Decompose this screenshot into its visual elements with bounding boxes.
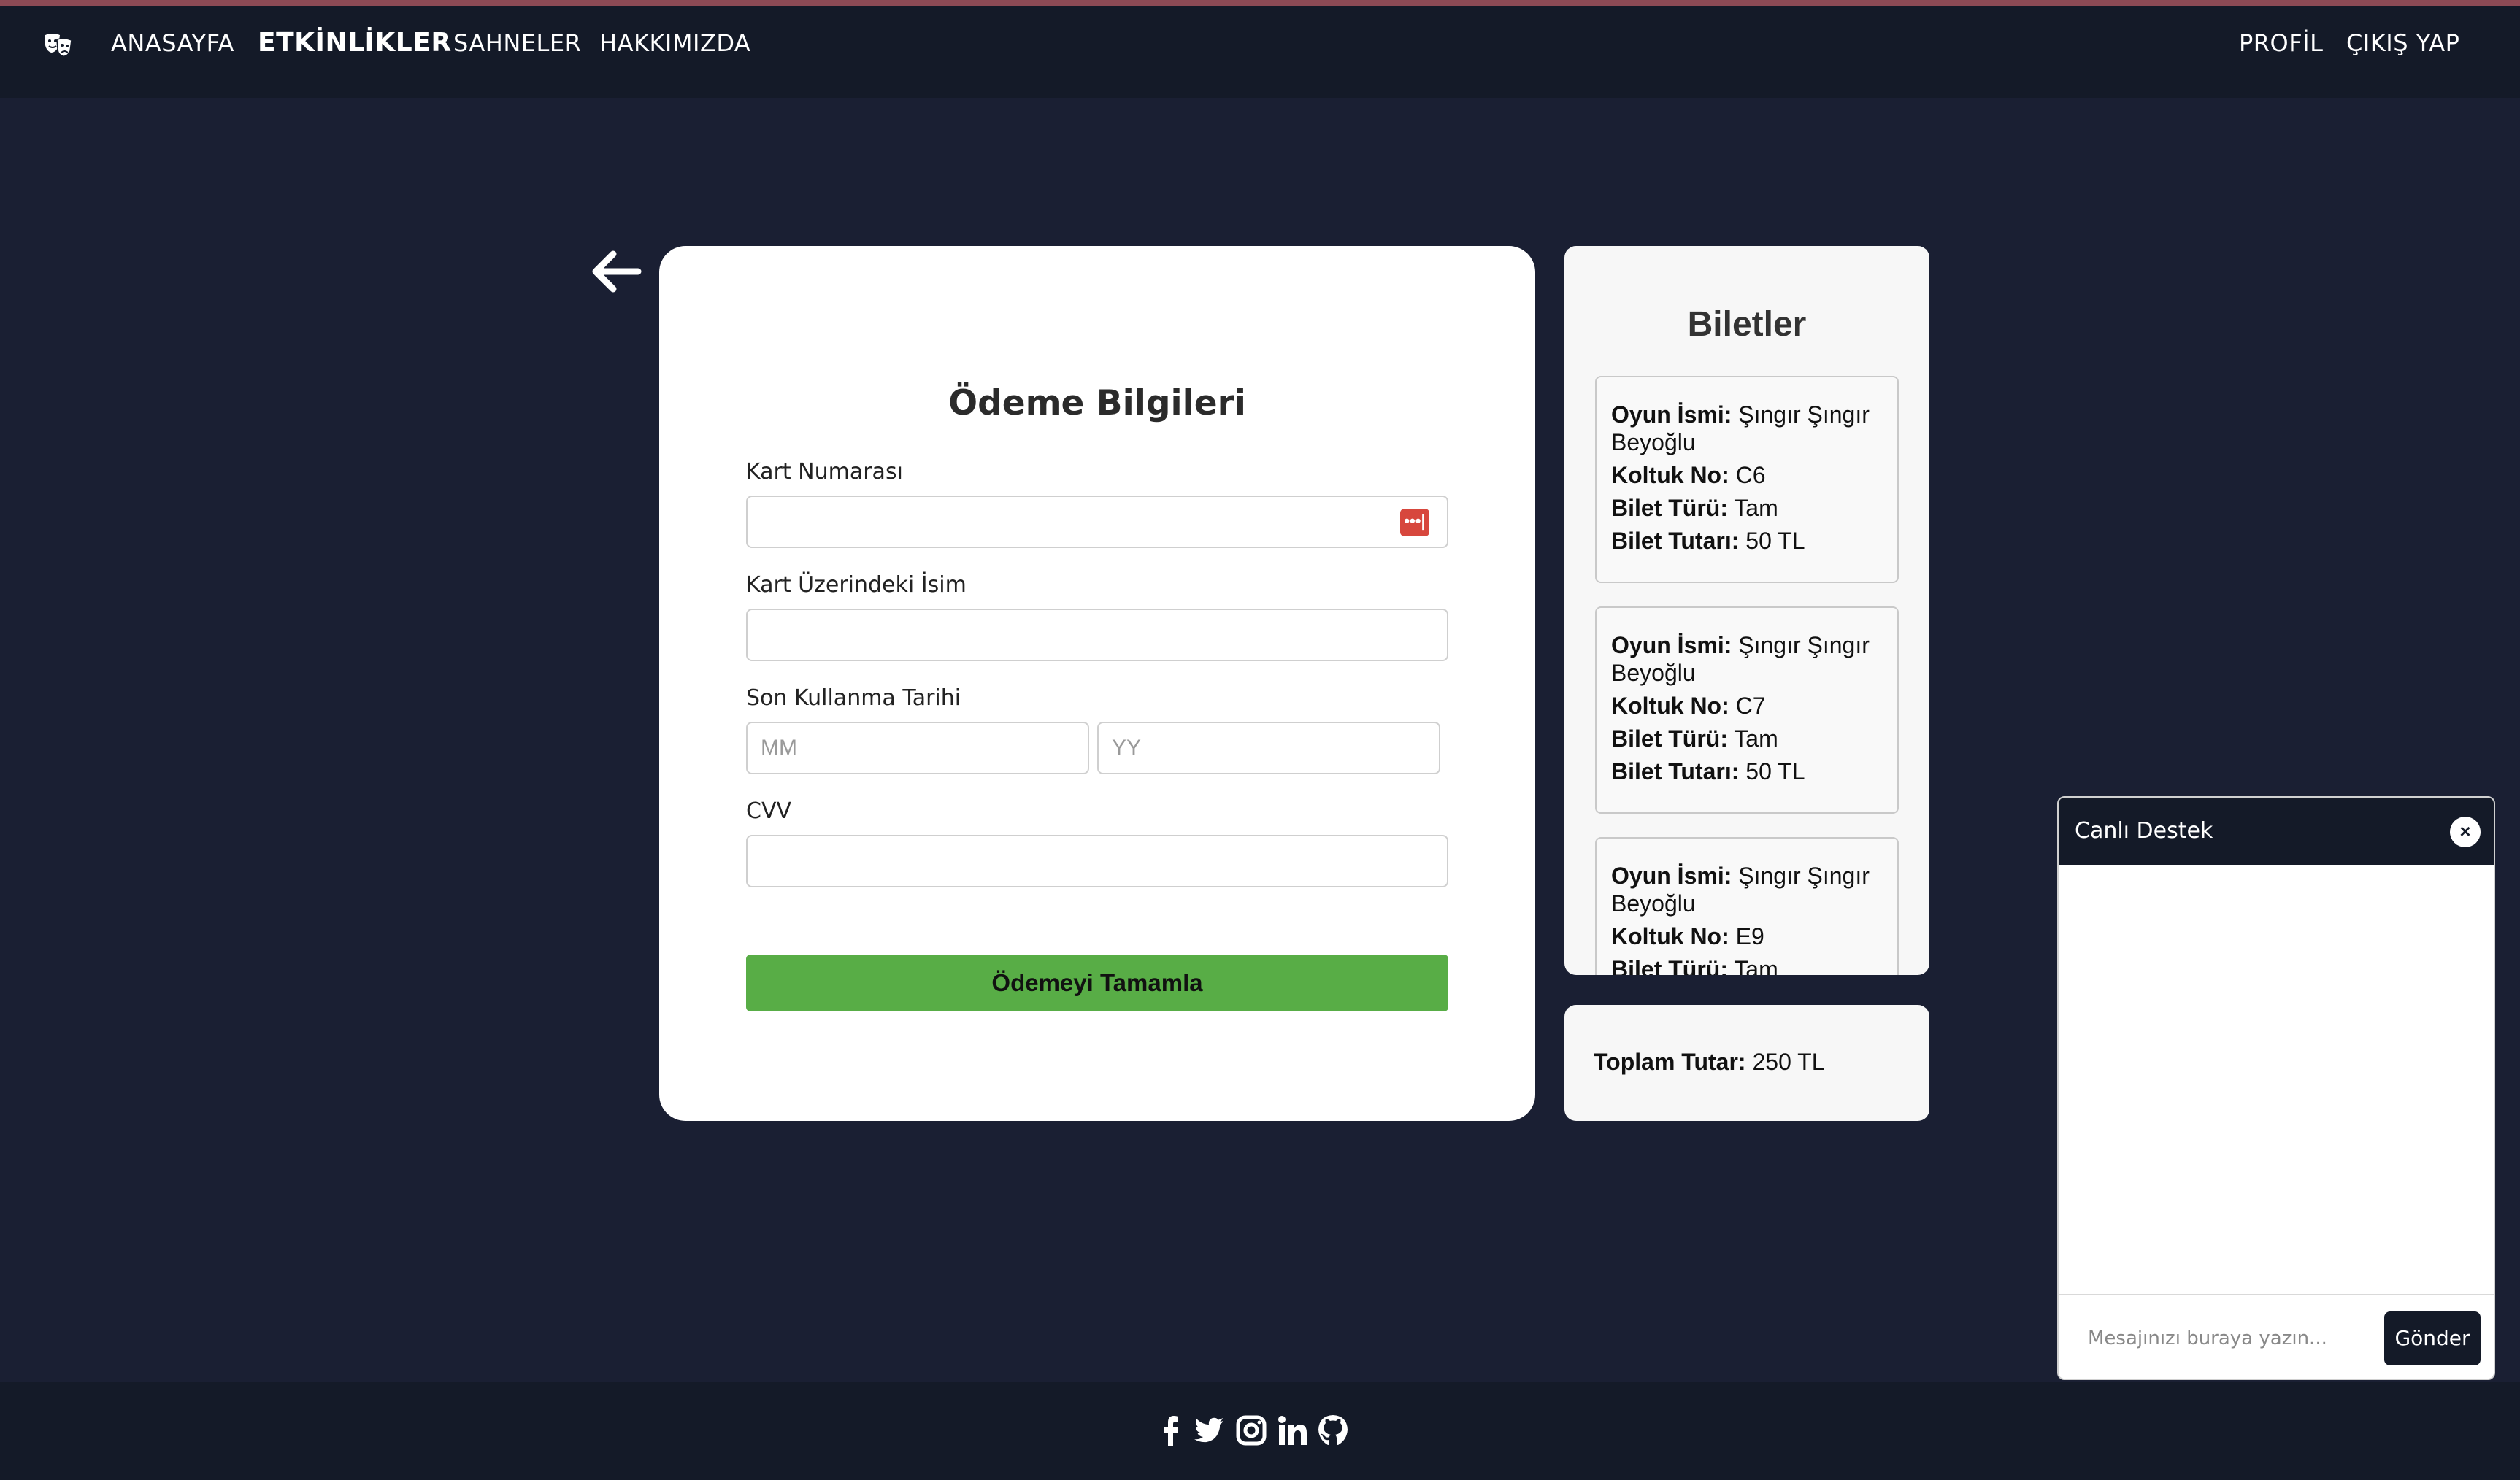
total-panel: Toplam Tutar: 250 TL xyxy=(1564,1005,1929,1121)
expiry-year-input[interactable]: YY xyxy=(1097,722,1440,774)
seat-label: Koltuk No: xyxy=(1611,923,1729,949)
chat-footer: Mesajınızı buraya yazın... Gönder xyxy=(2059,1294,2494,1379)
card-number-label: Kart Numarası xyxy=(746,459,903,485)
nav-link-anasayfa[interactable]: ANASAYFA xyxy=(111,29,234,57)
ticket-type-value: Tam xyxy=(1734,956,1778,975)
ticket-type-value: Tam xyxy=(1734,495,1778,521)
seat-value: C7 xyxy=(1735,693,1766,719)
facebook-icon[interactable] xyxy=(1153,1413,1188,1448)
ticket-price-value: 50 TL xyxy=(1745,758,1805,785)
card-number-input[interactable]: •••| xyxy=(746,496,1448,548)
play-name-label: Oyun İsmi: xyxy=(1611,632,1732,658)
ticket-type-label: Bilet Türü: xyxy=(1611,495,1728,521)
close-icon[interactable]: × xyxy=(2450,817,2481,847)
total-value: 250 TL xyxy=(1752,1049,1825,1075)
top-accent-line xyxy=(0,0,2520,6)
nav-link-profil[interactable]: PROFİL xyxy=(2239,29,2323,57)
instagram-icon[interactable] xyxy=(1234,1413,1269,1448)
chat-message-input[interactable]: Mesajınızı buraya yazın... xyxy=(2075,1314,2380,1363)
ticket-price-label: Bilet Tutarı: xyxy=(1611,758,1740,785)
nav-link-hakkimizda[interactable]: HAKKIMIZDA xyxy=(599,29,750,57)
cvv-label: CVV xyxy=(746,798,791,824)
chat-title: Canlı Destek xyxy=(2075,818,2213,844)
theater-masks-icon[interactable] xyxy=(42,31,74,60)
ticket-type-value: Tam xyxy=(1734,725,1778,752)
twitter-icon[interactable] xyxy=(1191,1413,1226,1448)
expiry-month-input[interactable]: MM xyxy=(746,722,1089,774)
expiry-label: Son Kullanma Tarihi xyxy=(746,685,961,711)
send-button[interactable]: Gönder xyxy=(2384,1311,2481,1365)
live-support-chat: Canlı Destek × Mesajınızı buraya yazın..… xyxy=(2057,796,2495,1380)
expiry-month-placeholder: MM xyxy=(761,736,797,760)
nav-link-etkinlikler[interactable]: ETKİNLİKLER xyxy=(258,28,452,58)
footer xyxy=(0,1382,2520,1480)
cvv-input[interactable] xyxy=(746,835,1448,887)
github-icon[interactable] xyxy=(1315,1413,1351,1448)
linkedin-icon[interactable] xyxy=(1275,1413,1310,1448)
card-name-input[interactable] xyxy=(746,609,1448,661)
tickets-panel[interactable]: Biletler Oyun İsmi: Şıngır Şıngır Beyoğl… xyxy=(1564,246,1929,975)
expiry-year-placeholder: YY xyxy=(1112,736,1142,760)
play-name-label: Oyun İsmi: xyxy=(1611,401,1732,428)
ticket-card: Oyun İsmi: Şıngır Şıngır Beyoğlu Koltuk … xyxy=(1595,376,1899,583)
back-arrow-icon[interactable] xyxy=(588,245,644,298)
password-manager-icon[interactable]: •••| xyxy=(1400,509,1429,536)
seat-label: Koltuk No: xyxy=(1611,693,1729,719)
ticket-price-label: Bilet Tutarı: xyxy=(1611,528,1740,554)
nav-link-cikis-yap[interactable]: ÇIKIŞ YAP xyxy=(2346,29,2459,57)
ticket-card: Oyun İsmi: Şıngır Şıngır Beyoğlu Koltuk … xyxy=(1595,837,1899,975)
card-name-label: Kart Üzerindeki İsim xyxy=(746,572,967,598)
ticket-type-label: Bilet Türü: xyxy=(1611,956,1728,975)
seat-label: Koltuk No: xyxy=(1611,462,1729,488)
tickets-title: Biletler xyxy=(1687,305,1807,344)
complete-payment-button[interactable]: Ödemeyi Tamamla xyxy=(746,955,1448,1011)
ticket-price-value: 50 TL xyxy=(1745,528,1805,554)
nav-link-sahneler[interactable]: SAHNELER xyxy=(453,29,581,57)
chat-header: Canlı Destek × xyxy=(2059,798,2494,865)
play-name-label: Oyun İsmi: xyxy=(1611,863,1732,889)
navbar: ANASAYFA ETKİNLİKLER SAHNELER HAKKIMIZDA… xyxy=(0,6,2520,98)
ticket-type-label: Bilet Türü: xyxy=(1611,725,1728,752)
seat-value: C6 xyxy=(1735,462,1766,488)
ticket-card: Oyun İsmi: Şıngır Şıngır Beyoğlu Koltuk … xyxy=(1595,606,1899,814)
seat-value: E9 xyxy=(1735,923,1764,949)
total-label: Toplam Tutar: xyxy=(1594,1049,1746,1075)
payment-title: Ödeme Bilgileri xyxy=(948,383,1246,423)
payment-card: Ödeme Bilgileri Kart Numarası •••| Kart … xyxy=(659,246,1535,1121)
